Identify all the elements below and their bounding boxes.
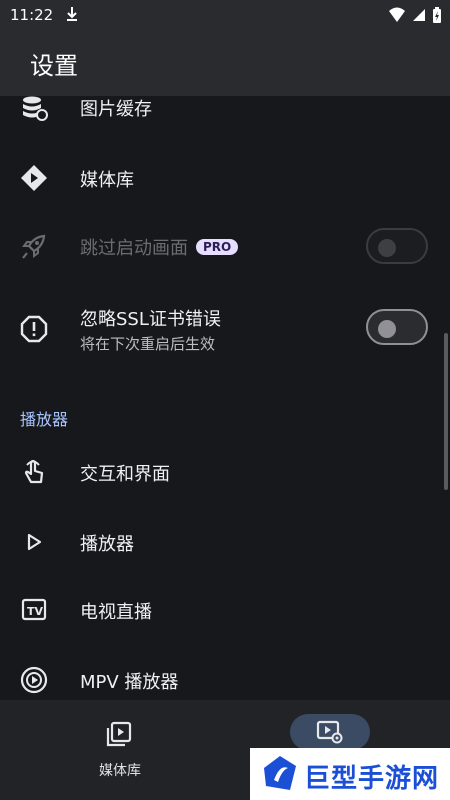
setting-label-group: 跳过启动画面 PRO	[80, 234, 239, 260]
skip-splash-toggle[interactable]	[366, 228, 428, 264]
toggle-knob	[378, 239, 396, 257]
alert-circle-icon	[20, 315, 48, 343]
media-library-icon	[21, 165, 47, 191]
svg-text:TV: TV	[27, 605, 44, 618]
video-settings-icon	[316, 720, 343, 744]
setting-label: MPV 播放器	[80, 672, 179, 693]
status-bar: 11:22	[0, 0, 450, 30]
toggle-knob	[378, 320, 396, 338]
app-bar: 设置	[0, 30, 450, 96]
setting-mpv-player[interactable]: MPV 播放器	[0, 648, 450, 700]
status-icons	[388, 6, 442, 24]
download-icon	[67, 7, 77, 21]
ignore-ssl-toggle[interactable]	[366, 309, 428, 345]
setting-live-tv[interactable]: TV 电视直播	[0, 578, 450, 642]
setting-label: 图片缓存	[80, 99, 152, 120]
watermark-logo-icon	[264, 756, 296, 790]
setting-image-cache[interactable]: 图片缓存	[0, 96, 450, 136]
setting-label: 忽略SSL证书错误	[80, 309, 221, 330]
battery-icon	[433, 7, 441, 23]
setting-label: 跳过启动画面	[80, 238, 188, 259]
section-header-player: 播放器	[20, 410, 69, 429]
wifi-icon	[389, 7, 405, 22]
setting-player[interactable]: 播放器	[0, 510, 450, 574]
setting-skip-splash[interactable]: 跳过启动画面 PRO	[0, 214, 450, 280]
settings-list[interactable]: 图片缓存 媒体库 跳过启动画面 PRO 忽略SSL证书错误 将在下次重启后生效	[0, 96, 450, 700]
nav-label: 媒体库	[99, 763, 141, 779]
nav-active-indicator	[290, 714, 370, 750]
setting-interaction-ui[interactable]: 交互和界面	[0, 440, 450, 504]
setting-ignore-ssl[interactable]: 忽略SSL证书错误 将在下次重启后生效	[0, 296, 450, 366]
pro-badge: PRO	[196, 239, 239, 255]
setting-label: 电视直播	[80, 602, 152, 623]
status-time: 11:22	[10, 6, 54, 24]
scrollbar[interactable]	[444, 333, 448, 490]
setting-label: 播放器	[80, 534, 134, 555]
play-outline-icon	[27, 533, 42, 551]
touch-icon	[24, 459, 44, 484]
database-icon	[23, 96, 48, 121]
watermark: 巨型手游网	[250, 748, 450, 800]
cell-signal-icon	[413, 9, 425, 21]
setting-media-library[interactable]: 媒体库	[0, 148, 450, 208]
page-title: 设置	[30, 52, 78, 80]
tv-icon: TV	[21, 598, 47, 621]
setting-label: 媒体库	[80, 170, 134, 191]
setting-sublabel: 将在下次重启后生效	[80, 335, 216, 353]
library-icon	[106, 721, 132, 747]
nav-library[interactable]: 媒体库	[45, 700, 195, 800]
watermark-text: 巨型手游网	[304, 764, 440, 794]
rocket-icon	[22, 234, 46, 259]
disc-icon	[20, 666, 48, 694]
setting-label: 交互和界面	[80, 464, 170, 485]
